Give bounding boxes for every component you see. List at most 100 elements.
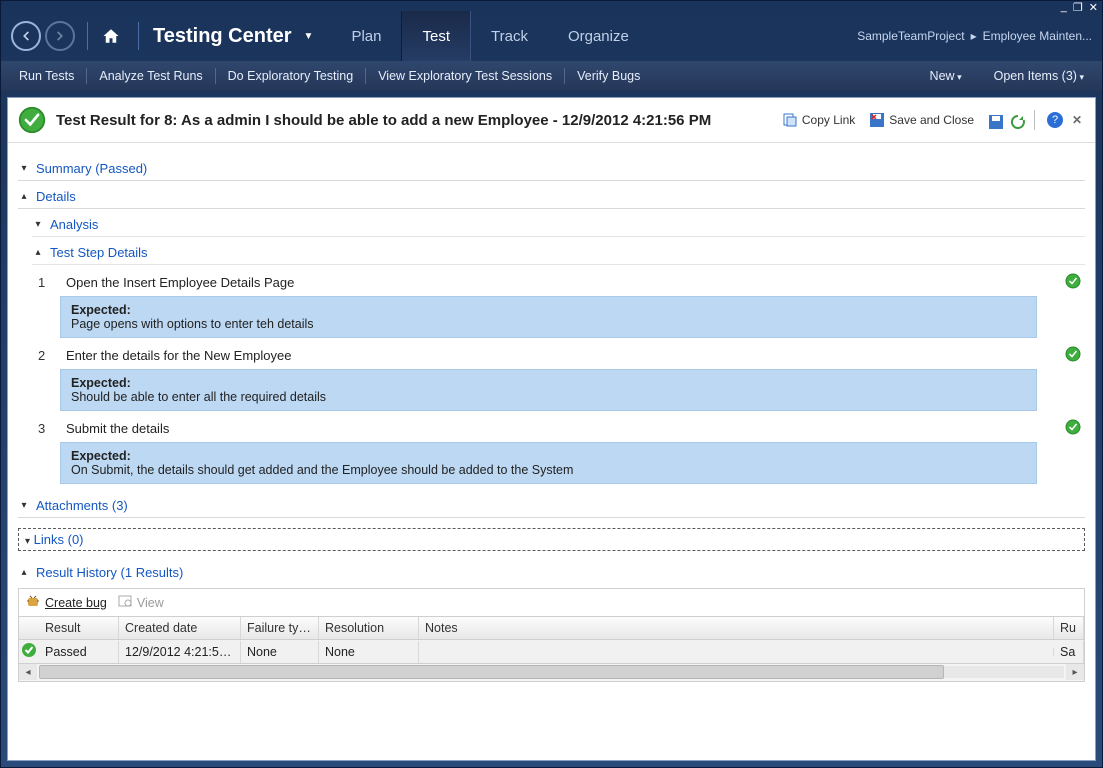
view-button[interactable]: View: [117, 593, 164, 612]
result-title: Test Result for 8: As a admin I should b…: [56, 112, 711, 129]
pass-icon: [1065, 346, 1081, 362]
scroll-thumb[interactable]: [39, 665, 944, 679]
col-created[interactable]: Created date: [119, 617, 241, 639]
step-action: Submit the details: [66, 421, 1079, 436]
step-number: 3: [38, 421, 52, 436]
details-label: Details: [36, 189, 76, 204]
col-icon: [19, 617, 39, 639]
chevron-down-icon: ▾: [25, 536, 30, 547]
horizontal-scrollbar[interactable]: ◂ ▸: [18, 664, 1085, 682]
grid-row[interactable]: Passed 12/9/2012 4:21:56... None None Sa: [19, 640, 1084, 663]
section-test-step-details[interactable]: ▴Test Step Details: [32, 241, 1085, 265]
step-action: Open the Insert Employee Details Page: [66, 275, 1079, 290]
close-panel-button[interactable]: ✕: [1069, 112, 1085, 128]
chevron-up-icon: ▴: [18, 191, 30, 202]
top-bar: Testing Center ▼ Plan Test Track Organiz…: [1, 11, 1102, 61]
refresh-button[interactable]: [1006, 112, 1022, 128]
app-title: Testing Center: [153, 25, 292, 48]
subnav-analyze[interactable]: Analyze Test Runs: [91, 69, 210, 83]
pass-icon: [1065, 419, 1081, 435]
view-icon: [117, 593, 133, 612]
scroll-right-icon[interactable]: ▸: [1066, 664, 1084, 680]
chevron-down-icon: ▾: [18, 500, 30, 511]
history-label: Result History (1 Results): [36, 565, 183, 580]
chevron-up-icon: ▴: [32, 247, 44, 258]
summary-label: Summary (Passed): [36, 161, 147, 176]
section-attachments[interactable]: ▾ Attachments (3): [18, 494, 1085, 518]
copy-link-button[interactable]: Copy Link: [778, 110, 859, 130]
attachments-label: Attachments (3): [36, 498, 128, 513]
analysis-label: Analysis: [50, 217, 98, 232]
create-bug-label: Create bug: [45, 596, 107, 610]
title-dropdown[interactable]: ▼: [304, 31, 314, 42]
tab-organize[interactable]: Organize: [548, 11, 649, 61]
section-result-history[interactable]: ▴ Result History (1 Results): [18, 561, 1085, 584]
expected-block: Expected:On Submit, the details should g…: [60, 442, 1037, 484]
save-close-button[interactable]: Save and Close: [865, 110, 978, 130]
subnav-run-tests[interactable]: Run Tests: [11, 69, 82, 83]
col-ru[interactable]: Ru: [1054, 617, 1084, 639]
section-details[interactable]: ▴ Details: [18, 185, 1085, 209]
copy-icon: [782, 112, 798, 128]
row-result: Passed: [39, 641, 119, 663]
scroll-left-icon[interactable]: ◂: [19, 664, 37, 680]
view-label: View: [137, 596, 164, 610]
result-body: ▾ Summary (Passed) ▴ Details ▾ Analysis ▴Te…: [8, 143, 1095, 760]
row-created: 12/9/2012 4:21:56...: [119, 641, 241, 663]
row-resolution: None: [319, 641, 419, 663]
content-frame: Test Result for 8: As a admin I should b…: [7, 97, 1096, 761]
main-nav: Plan Test Track Organize: [331, 11, 648, 61]
col-failure[interactable]: Failure type: [241, 617, 319, 639]
chevron-down-icon: ▾: [32, 219, 44, 230]
sub-nav: Run Tests Analyze Test Runs Do Explorato…: [1, 61, 1102, 91]
create-bug-button[interactable]: Create bug: [25, 593, 107, 612]
step-number: 1: [38, 275, 52, 290]
app-window: _ ❐ ✕ Testing Center ▼ Plan Test Track O…: [0, 0, 1103, 768]
step-action: Enter the details for the New Employee: [66, 348, 1079, 363]
expected-label: Expected:: [71, 449, 131, 463]
tab-test[interactable]: Test: [401, 11, 471, 61]
save-close-label: Save and Close: [889, 113, 974, 127]
subnav-exploratory[interactable]: Do Exploratory Testing: [220, 69, 362, 83]
open-items-dropdown[interactable]: Open Items (3): [986, 69, 1092, 83]
expected-block: Expected:Page opens with options to ente…: [60, 296, 1037, 338]
home-button[interactable]: [96, 21, 126, 51]
new-dropdown[interactable]: New: [922, 69, 970, 83]
step-row: 3 Submit the details: [32, 411, 1085, 436]
col-result[interactable]: Result: [39, 617, 119, 639]
chevron-up-icon: ▴: [18, 567, 30, 578]
history-grid: Result Created date Failure type Resolut…: [18, 616, 1085, 664]
result-header: Test Result for 8: As a admin I should b…: [8, 98, 1095, 143]
steps-list: 1 Open the Insert Employee Details Page …: [32, 265, 1085, 484]
history-toolbar: Create bug View: [18, 588, 1085, 616]
expected-text: Page opens with options to enter teh det…: [71, 317, 314, 331]
row-failure: None: [241, 641, 319, 663]
step-row: 2 Enter the details for the New Employee: [32, 338, 1085, 363]
help-icon[interactable]: ?: [1047, 112, 1063, 128]
chevron-down-icon: ▾: [18, 163, 30, 174]
back-button[interactable]: [11, 21, 41, 51]
section-summary[interactable]: ▾ Summary (Passed): [18, 157, 1085, 181]
breadcrumb: SampleTeamProject ▸ Employee Mainten...: [857, 29, 1092, 43]
chevron-right-icon: ▸: [971, 29, 977, 43]
tab-plan[interactable]: Plan: [331, 11, 401, 61]
section-analysis[interactable]: ▾ Analysis: [32, 213, 1085, 237]
pass-icon: [18, 106, 46, 134]
row-ru: Sa: [1054, 641, 1084, 663]
col-notes[interactable]: Notes: [419, 617, 1054, 639]
save-close-icon: [869, 112, 885, 128]
forward-button[interactable]: [45, 21, 75, 51]
step-number: 2: [38, 348, 52, 363]
col-resolution[interactable]: Resolution: [319, 617, 419, 639]
section-links[interactable]: ▾ Links (0): [18, 528, 1085, 551]
divider: [87, 22, 88, 50]
expected-label: Expected:: [71, 303, 131, 317]
window-titlebar: _ ❐ ✕: [1, 1, 1102, 11]
save-button[interactable]: [984, 112, 1000, 128]
subnav-verify-bugs[interactable]: Verify Bugs: [569, 69, 648, 83]
breadcrumb-plan[interactable]: Employee Mainten...: [983, 29, 1092, 43]
tab-track[interactable]: Track: [471, 11, 548, 61]
subnav-view-sessions[interactable]: View Exploratory Test Sessions: [370, 69, 560, 83]
expected-block: Expected:Should be able to enter all the…: [60, 369, 1037, 411]
breadcrumb-project[interactable]: SampleTeamProject: [857, 29, 964, 43]
